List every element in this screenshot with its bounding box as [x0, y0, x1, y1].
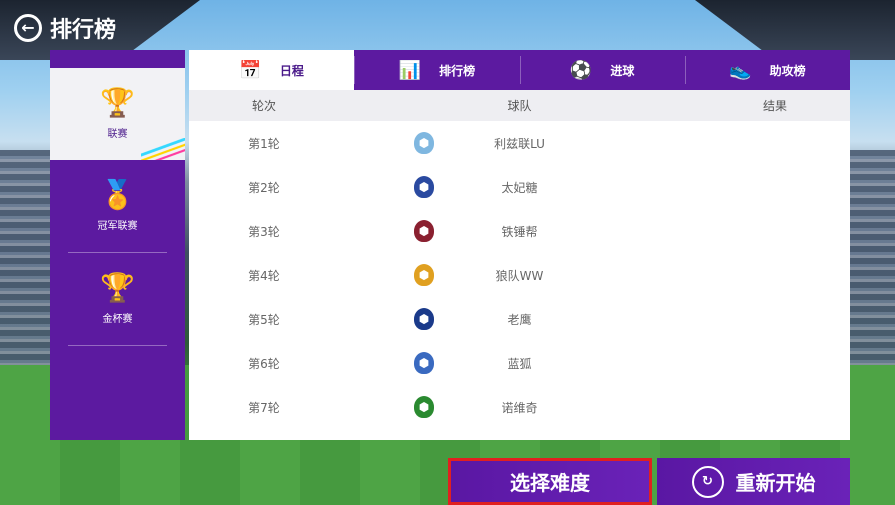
team-cell: ⬢ 狼队WW: [339, 264, 700, 286]
round-cell: 第7轮: [248, 400, 280, 415]
button-label: 选择难度: [510, 471, 590, 495]
team-cell: ⬢ 诺维奇: [339, 396, 700, 418]
trophy-icon: 🏆: [100, 85, 135, 119]
decorative-stripe: [141, 138, 185, 160]
round-cell: 第4轮: [248, 268, 280, 283]
cup-icon: 🏆: [100, 270, 135, 304]
sidebar-item-label: 金杯赛: [102, 313, 133, 325]
competition-sidebar: 🏆 联赛 🏅 冠军联赛 🏆 金杯赛: [50, 50, 185, 440]
team-badge-icon: ⬢: [414, 396, 434, 418]
team-name: 蓝狐: [507, 356, 532, 371]
back-button[interactable]: ← 排行榜: [14, 12, 116, 44]
soccer-ball-icon: ⚽: [569, 59, 593, 81]
schedule-panel: 📅 日程 📊 排行榜 ⚽ 进球 👟 助攻榜 轮次 球队 结果 第1轮 ⬢ 利兹联LU…: [189, 50, 850, 440]
button-label: 重新开始: [735, 471, 816, 495]
boot-icon: 👟: [729, 59, 752, 81]
divider: [68, 345, 167, 346]
calendar-icon: 📅: [239, 59, 262, 81]
tab-goals[interactable]: ⚽ 进球: [519, 50, 685, 90]
team-badge-icon: ⬢: [414, 308, 434, 330]
team-name: 老鹰: [507, 312, 532, 327]
table-row[interactable]: 第6轮 ⬢ 蓝狐: [189, 341, 850, 385]
team-badge-icon: ⬢: [414, 352, 434, 374]
tab-assists[interactable]: 👟 助攻榜: [684, 50, 850, 90]
schedule-table-body: 第1轮 ⬢ 利兹联LU 第2轮 ⬢ 太妃糖第3轮 ⬢ 铁锤帮第4轮 ⬢ 狼队WW 第5轮 ⬢ 老鹰第6轮…: [189, 121, 850, 429]
sidebar-item-label: 冠军联赛: [97, 220, 138, 232]
table-row[interactable]: 第4轮 ⬢ 狼队WW: [189, 253, 850, 297]
table-row[interactable]: 第3轮 ⬢ 铁锤帮: [189, 209, 850, 253]
round-cell: 第6轮: [248, 356, 280, 371]
table-row[interactable]: 第5轮 ⬢ 老鹰: [189, 297, 850, 341]
medal-icon: 🏅: [100, 177, 135, 211]
team-cell: ⬢ 蓝狐: [339, 352, 700, 374]
select-difficulty-button[interactable]: 选择难度: [448, 458, 652, 505]
column-header-round: 轮次: [251, 99, 276, 113]
team-name: 狼队WW: [495, 268, 544, 283]
team-name: 太妃糖: [501, 180, 538, 195]
team-badge-icon: ⬢: [414, 264, 434, 286]
sidebar-item-gold-cup[interactable]: 🏆 金杯赛: [50, 253, 185, 345]
restart-icon: ↻: [691, 465, 724, 498]
table-row[interactable]: 第1轮 ⬢ 利兹联LU: [189, 121, 850, 165]
back-arrow-icon[interactable]: ←: [14, 14, 42, 42]
tab-label: 排行榜: [439, 63, 476, 78]
team-cell: ⬢ 太妃糖: [339, 176, 700, 198]
table-row[interactable]: 第7轮 ⬢ 诺维奇: [189, 385, 850, 429]
sidebar-item-champions-league[interactable]: 🏅 冠军联赛: [50, 160, 185, 252]
round-cell: 第2轮: [248, 180, 280, 195]
round-cell: 第1轮: [248, 136, 280, 151]
table-row[interactable]: 第2轮 ⬢ 太妃糖: [189, 165, 850, 209]
team-badge-icon: ⬢: [414, 176, 434, 198]
tab-label: 进球: [610, 63, 635, 78]
round-cell: 第3轮: [248, 224, 280, 239]
team-name: 铁锤帮: [501, 224, 538, 239]
column-header-result: 结果: [762, 99, 787, 113]
tab-standings[interactable]: 📊 排行榜: [354, 50, 519, 90]
column-header-team: 球队: [507, 99, 532, 113]
sidebar-item-league[interactable]: 🏆 联赛: [50, 68, 185, 160]
sidebar-item-label: 联赛: [107, 128, 128, 140]
round-cell: 第5轮: [248, 312, 280, 327]
team-badge-icon: ⬢: [414, 132, 434, 154]
tab-bar: 📅 日程 📊 排行榜 ⚽ 进球 👟 助攻榜: [189, 50, 850, 90]
tab-label: 日程: [279, 63, 304, 78]
tab-label: 助攻榜: [769, 63, 806, 78]
tab-schedule[interactable]: 📅 日程: [189, 50, 355, 90]
table-header: 轮次 球队 结果: [189, 90, 850, 121]
team-cell: ⬢ 利兹联LU: [339, 132, 700, 154]
team-badge-icon: ⬢: [414, 220, 434, 242]
bar-chart-icon: 📊: [398, 59, 422, 81]
team-name: 诺维奇: [501, 400, 538, 415]
restart-button[interactable]: ↻ 重新开始: [657, 458, 850, 505]
team-cell: ⬢ 老鹰: [339, 308, 700, 330]
team-cell: ⬢ 铁锤帮: [339, 220, 700, 242]
team-name: 利兹联LU: [494, 136, 545, 151]
page-title: 排行榜: [50, 18, 117, 43]
